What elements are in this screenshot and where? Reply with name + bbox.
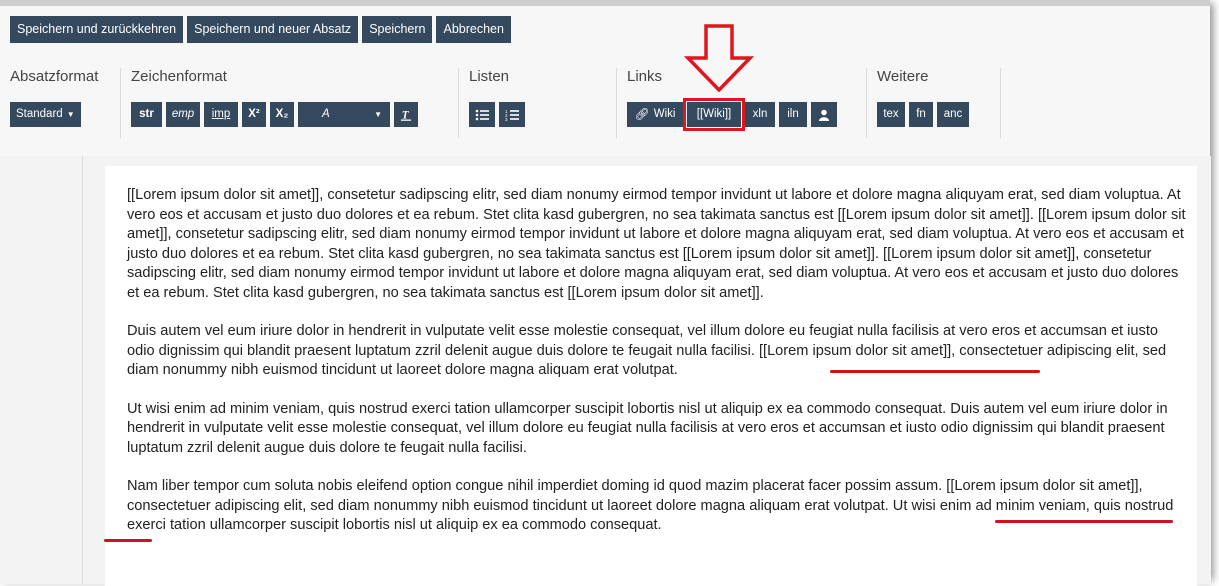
- cancel-button[interactable]: Abbrechen: [436, 16, 511, 43]
- group-listen: Listen 123: [458, 68, 619, 138]
- wiki-bracket-button[interactable]: [[Wiki]]: [683, 98, 745, 131]
- anchor-button[interactable]: anc: [937, 102, 969, 127]
- save-button[interactable]: Speichern: [362, 16, 433, 43]
- user-link-icon[interactable]: [811, 102, 837, 127]
- wiki-link-button[interactable]: 🔗︎ Wiki: [627, 102, 683, 127]
- group-title: Zeichenformat: [131, 68, 227, 85]
- strong-button[interactable]: str: [131, 102, 162, 127]
- caret-down-icon: ▼: [374, 110, 382, 119]
- clear-format-icon[interactable]: T: [394, 102, 418, 127]
- link-icon: 🔗︎: [634, 107, 650, 121]
- superscript-button[interactable]: X²: [242, 102, 266, 127]
- group-absatzformat: Absatzformat Standard ▼: [10, 68, 118, 138]
- group-weitere: Weitere tex fn anc: [866, 68, 1007, 138]
- wiki-label: Wiki: [653, 108, 676, 120]
- caret-down-icon: ▼: [66, 110, 75, 119]
- toolbar: Speichern und zurückkehren Speichern und…: [0, 6, 1210, 157]
- group-title: Weitere: [877, 68, 929, 85]
- important-label: imp: [211, 108, 231, 120]
- annotation-underline: [995, 520, 1173, 523]
- paragraph-format-dropdown[interactable]: Standard ▼: [10, 102, 81, 127]
- font-color-dropdown[interactable]: A ▼: [298, 102, 390, 127]
- external-link-button[interactable]: xln: [745, 102, 775, 127]
- dropdown-value: Standard: [16, 108, 63, 120]
- action-bar: Speichern und zurückkehren Speichern und…: [10, 16, 511, 43]
- paragraph-3: Ut wisi enim ad minim veniam, quis nostr…: [127, 400, 1168, 456]
- group-title: Listen: [469, 68, 510, 85]
- subscript-button[interactable]: X₂: [270, 102, 294, 127]
- annotation-arrow-icon: [684, 24, 754, 92]
- annotation-underline: [830, 370, 1040, 373]
- footnote-button[interactable]: fn: [909, 102, 933, 127]
- group-zeichenformat: Zeichenformat str emp imp X² X₂ A ▼ T: [120, 68, 461, 138]
- internal-link-button[interactable]: iln: [779, 102, 807, 127]
- important-button[interactable]: imp: [204, 102, 238, 127]
- emphasis-button[interactable]: emp: [166, 102, 200, 127]
- annotation-underline: [104, 539, 152, 542]
- bullet-list-icon[interactable]: [469, 102, 495, 127]
- paragraph-4: Nam liber tempor cum soluta nobis eleife…: [127, 478, 1174, 533]
- editor-page[interactable]: [[Lorem ipsum dolor sit amet]], consetet…: [105, 166, 1197, 586]
- paragraph-1: [[Lorem ipsum dolor sit amet]], consetet…: [127, 187, 1186, 301]
- font-label: A: [322, 108, 330, 120]
- svg-text:3: 3: [505, 117, 508, 121]
- group-title: Absatzformat: [10, 68, 99, 85]
- group-divider: [1000, 68, 1003, 138]
- numbered-list-icon[interactable]: 123: [499, 102, 525, 127]
- left-margin: [0, 156, 82, 584]
- save-and-return-button[interactable]: Speichern und zurückkehren: [10, 16, 184, 43]
- editor-window: Speichern und zurückkehren Speichern und…: [0, 0, 1211, 586]
- save-and-new-paragraph-button[interactable]: Speichern und neuer Absatz: [187, 16, 359, 43]
- tex-button[interactable]: tex: [877, 102, 905, 127]
